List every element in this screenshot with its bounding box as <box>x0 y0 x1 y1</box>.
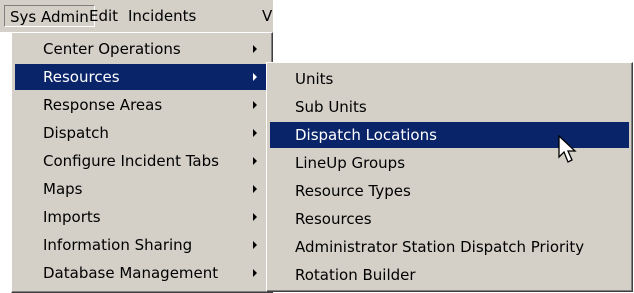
submenu-arrow-icon <box>253 213 257 221</box>
mouse-cursor-icon <box>558 135 577 163</box>
submenu-arrow-icon <box>253 129 257 137</box>
menu-item-label: Center Operations <box>43 40 181 58</box>
submenu-arrow-icon <box>253 185 257 193</box>
menu-item-dispatch[interactable]: Dispatch <box>15 120 268 146</box>
menu-item-label: Response Areas <box>43 96 163 114</box>
menu-item-information-sharing[interactable]: Information Sharing <box>15 232 268 258</box>
menu-item-label: Information Sharing <box>43 236 193 254</box>
menu-bar: Sys Admin Edit Incidents V <box>0 0 273 32</box>
menu-edit[interactable]: Edit <box>84 5 123 27</box>
submenu-item-resource-types[interactable]: Resource Types <box>270 178 629 204</box>
menu-item-label: Maps <box>43 180 83 198</box>
sys-admin-dropdown: Center Operations Resources Response Are… <box>11 32 273 293</box>
menu-item-label: Resources <box>43 68 120 86</box>
menu-item-center-operations[interactable]: Center Operations <box>15 36 268 62</box>
submenu-item-rotation-builder[interactable]: Rotation Builder <box>270 262 629 288</box>
menu-item-label: Configure Incident Tabs <box>43 152 219 170</box>
submenu-arrow-icon <box>253 157 257 165</box>
submenu-arrow-icon <box>253 241 257 249</box>
menu-item-database-management[interactable]: Database Management <box>15 260 268 286</box>
menu-item-maps[interactable]: Maps <box>15 176 268 202</box>
menu-item-label: Database Management <box>43 264 219 282</box>
menu-sys-admin[interactable]: Sys Admin <box>4 5 95 27</box>
menu-item-configure-incident-tabs[interactable]: Configure Incident Tabs <box>15 148 268 174</box>
menu-item-label: Dispatch <box>43 124 109 142</box>
submenu-item-resources[interactable]: Resources <box>270 206 629 232</box>
submenu-item-sub-units[interactable]: Sub Units <box>270 94 629 120</box>
resources-submenu: Units Sub Units Dispatch Locations LineU… <box>266 62 633 292</box>
menu-bar-clip: Sys Admin Edit Incidents V <box>0 0 273 32</box>
menu-item-resources[interactable]: Resources <box>15 64 268 90</box>
submenu-arrow-icon <box>253 101 257 109</box>
submenu-arrow-icon <box>253 269 257 277</box>
menu-item-response-areas[interactable]: Response Areas <box>15 92 268 118</box>
submenu-arrow-icon <box>253 45 257 53</box>
submenu-arrow-icon <box>253 73 257 81</box>
submenu-item-admin-station-dispatch-priority[interactable]: Administrator Station Dispatch Priority <box>270 234 629 260</box>
menu-view[interactable]: V <box>257 5 273 27</box>
menu-item-imports[interactable]: Imports <box>15 204 268 230</box>
submenu-item-units[interactable]: Units <box>270 66 629 92</box>
menu-item-label: Imports <box>43 208 101 226</box>
menu-incidents[interactable]: Incidents <box>123 5 201 27</box>
